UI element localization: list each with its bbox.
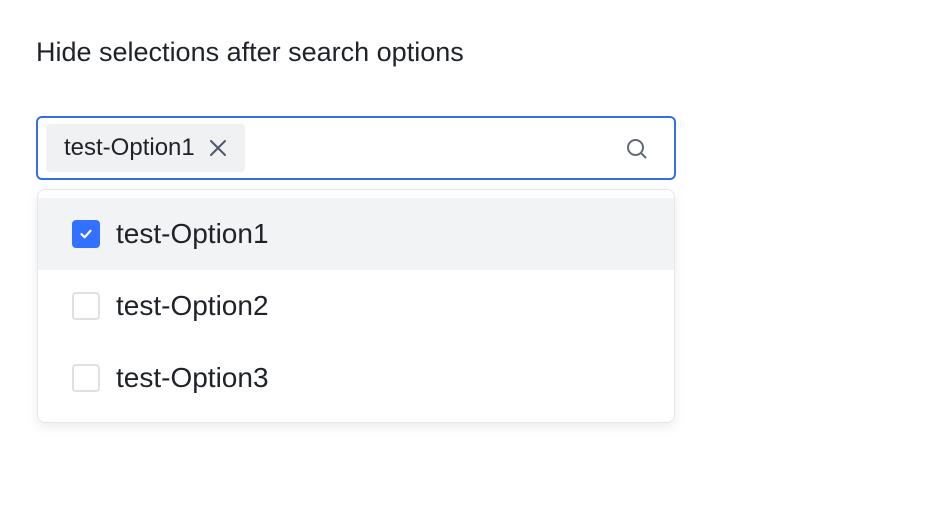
option-item[interactable]: test-Option1 bbox=[38, 198, 674, 270]
page-title: Hide selections after search options bbox=[36, 37, 464, 67]
page: Hide selections after search options tes… bbox=[0, 0, 948, 522]
check-icon bbox=[80, 229, 92, 239]
close-icon[interactable] bbox=[207, 137, 229, 159]
selected-tag-label: test-Option1 bbox=[64, 134, 195, 161]
option-label: test-Option1 bbox=[116, 218, 269, 249]
checkbox-unchecked[interactable] bbox=[72, 364, 100, 392]
option-label: test-Option3 bbox=[116, 362, 269, 393]
checkbox-unchecked[interactable] bbox=[72, 292, 100, 320]
option-item[interactable]: test-Option2 bbox=[38, 270, 674, 342]
checkbox-checked[interactable] bbox=[72, 220, 100, 248]
selected-tag: test-Option1 bbox=[46, 124, 245, 172]
option-label: test-Option2 bbox=[116, 290, 269, 321]
options-dropdown: test-Option1 test-Option2 test-Option3 bbox=[37, 189, 675, 423]
search-icon[interactable] bbox=[624, 136, 650, 162]
option-item[interactable]: test-Option3 bbox=[38, 342, 674, 414]
multi-select-input[interactable]: test-Option1 bbox=[36, 116, 676, 180]
